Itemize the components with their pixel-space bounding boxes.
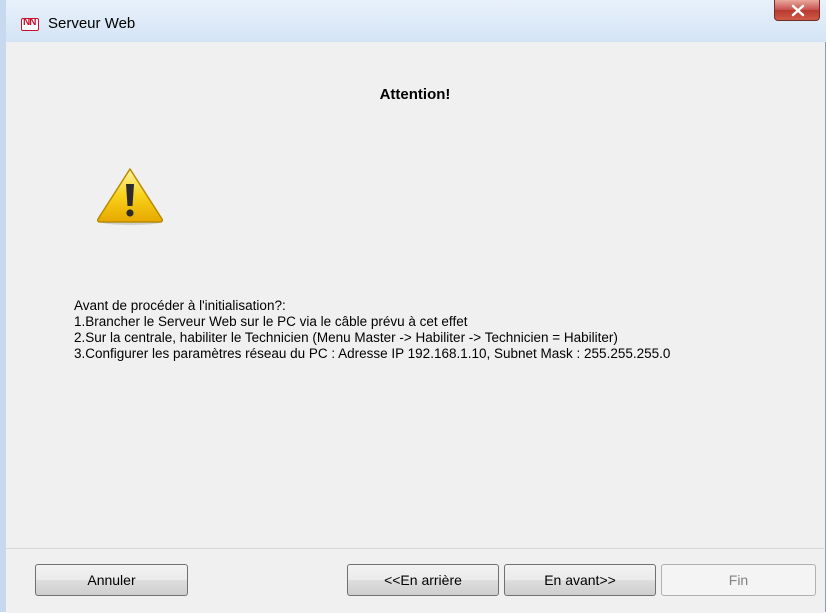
instruction-intro: Avant de procéder à l'initialisation?: [74,298,286,313]
dialog-content: Attention! Avant de procéder à l'initial… [6,42,824,548]
cancel-button[interactable]: Annuler [35,564,188,596]
finish-button[interactable]: Fin [661,564,816,596]
next-button[interactable]: En avant>> [504,564,656,596]
button-bar: Annuler <<En arrière En avant>> Fin [6,548,824,613]
title-bar[interactable]: NN Serveur Web [6,0,826,42]
instruction-step-1: 1.Brancher le Serveur Web sur le PC via … [74,314,468,329]
close-icon [791,4,805,17]
app-logo-icon: NN [21,17,39,31]
dialog-window: NN Serveur Web Attention! Avant de procé… [0,0,826,613]
close-button[interactable] [774,0,820,21]
back-button[interactable]: <<En arrière [347,564,499,596]
warning-triangle-icon [94,166,166,231]
instructions-text: Avant de procéder à l'initialisation?: 1… [74,298,670,362]
window-title: Serveur Web [48,15,136,32]
instruction-step-2: 2.Sur la centrale, habiliter le Technici… [74,330,618,345]
app-logo-text: NN [23,17,36,28]
instruction-step-3: 3.Configurer les paramètres réseau du PC… [74,346,671,361]
page-title: Attention! [379,86,451,103]
